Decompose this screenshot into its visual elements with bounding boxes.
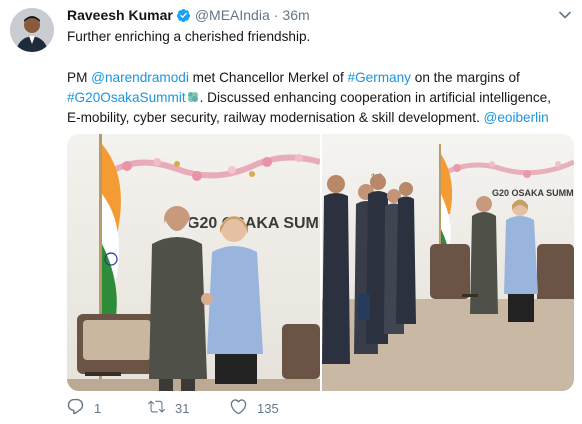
avatar[interactable]	[10, 8, 54, 52]
banner-text-right: G20 OSAKA SUMMIT	[492, 188, 574, 198]
display-name[interactable]: Raveesh Kumar	[67, 7, 173, 23]
chevron-down-icon[interactable]	[558, 8, 572, 22]
tweet-media: G20 OSAKA SUMMIT	[67, 134, 574, 391]
reply-count: 1	[94, 400, 102, 416]
tweet-header: Raveesh Kumar @MEAIndia · 36m	[67, 6, 310, 24]
mention-eoiberlin[interactable]: @eoiberlin	[484, 110, 549, 125]
text-segment: E-mobility, cyber security, railway mode…	[67, 110, 484, 125]
like-count: 135	[257, 400, 279, 416]
verified-badge-icon	[176, 8, 191, 23]
retweet-count: 31	[175, 400, 190, 416]
reply-icon	[67, 398, 84, 418]
like-button[interactable]: 135	[230, 398, 300, 418]
retweet-icon	[148, 398, 165, 418]
banner-text-left: G20 OSAKA SUMMIT	[187, 215, 320, 232]
heart-icon	[230, 398, 247, 418]
g20-emoji-icon	[186, 90, 200, 104]
hashtag-germany[interactable]: #Germany	[348, 70, 411, 85]
tweet-paragraph-2-line-3: E-mobility, cyber security, railway mode…	[67, 108, 573, 128]
text-segment: met Chancellor Merkel of	[188, 70, 348, 85]
reply-button[interactable]: 1	[67, 398, 101, 418]
mention-narendramodi[interactable]: @narendramodi	[91, 70, 189, 85]
tweet-actions: 1 31 135	[67, 398, 367, 418]
photo-modi-merkel-handshake[interactable]: G20 OSAKA SUMMIT	[67, 134, 320, 391]
tweet-line-1: Further enriching a cherished friendship…	[67, 29, 311, 44]
handle[interactable]: @MEAIndia	[195, 7, 270, 23]
text-segment: PM	[67, 70, 92, 85]
photo-delegation-meeting[interactable]: G20 OSAKA SUMMIT 19	[322, 134, 574, 391]
timestamp[interactable]: 36m	[282, 7, 309, 23]
tweet-paragraph-2-line-2: #G20OsakaSummit . Discussed enhancing coo…	[67, 88, 573, 108]
text-segment: . Discussed enhancing cooperation in art…	[199, 90, 551, 105]
separator-dot: ·	[273, 7, 279, 23]
tweet-paragraph-2: PM @narendramodi met Chancellor Merkel o…	[67, 68, 573, 88]
hashtag-g20osakasummit[interactable]: #G20OsakaSummit	[67, 90, 186, 105]
text-segment: on the margins of	[410, 70, 520, 85]
retweet-button[interactable]: 31	[148, 398, 218, 418]
tweet-text: Further enriching a cherished friendship…	[67, 27, 573, 128]
tweet-card[interactable]: Raveesh Kumar @MEAIndia · 36m Further en…	[0, 0, 582, 424]
